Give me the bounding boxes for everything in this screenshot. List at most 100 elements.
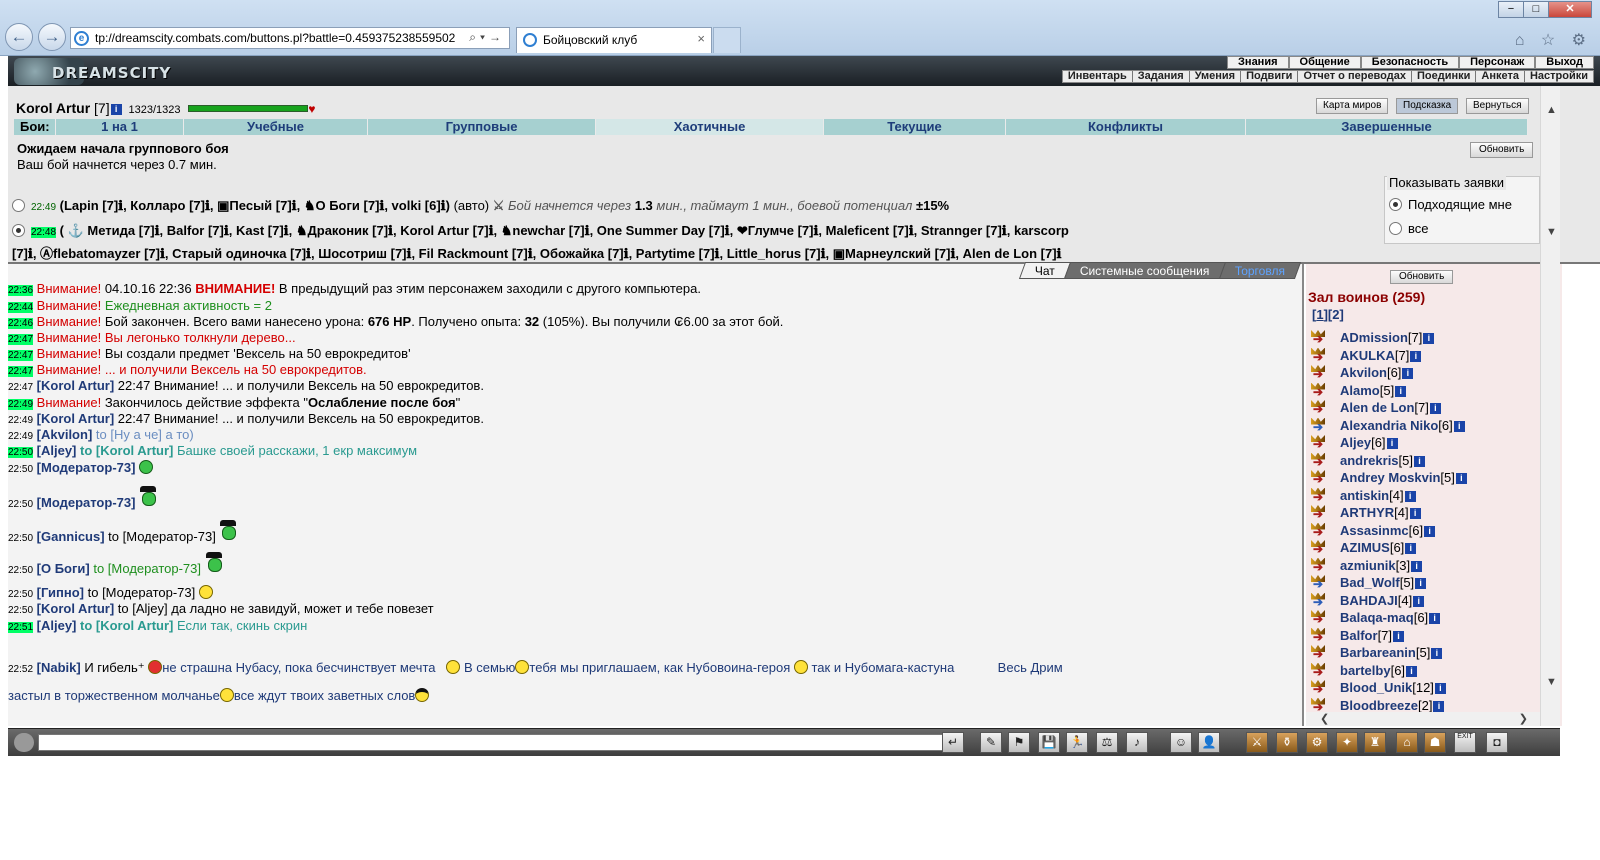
home-star-gear-icons[interactable]: ⌂ ☆ ⚙ [1515,30,1592,50]
menu-settings[interactable]: Настройки [1525,71,1593,82]
page-link[interactable]: 1 [1316,307,1323,322]
radio-icon[interactable] [1389,198,1402,211]
user-list-item[interactable]: Bad_Wolf[5]i [1310,575,1427,592]
tab-trade[interactable]: Торговля [1218,262,1302,279]
toolbar-button[interactable]: ⚑ [1008,732,1030,753]
user-list-item[interactable]: azmiunik[3]i [1310,558,1423,575]
user-list-item[interactable]: BAHDAJI[4]i [1310,593,1425,610]
user-name[interactable]: antiskin [1340,488,1389,503]
info-icon[interactable]: i [1455,473,1467,484]
return-button[interactable]: Вернуться [1466,98,1529,114]
filter-option-suitable[interactable]: Подходящие мне [1389,197,1512,212]
chat-nick[interactable]: [Korol Artur] [37,378,115,393]
user-list-item[interactable]: Alexandria Niko[6]i [1310,418,1466,435]
toolbar-button[interactable]: EXIT [1454,732,1476,753]
chat-nick[interactable]: [О Боги] [37,561,90,576]
chat-nick[interactable]: [Gannicus] [37,529,105,544]
radio-icon[interactable] [1389,222,1402,235]
info-icon[interactable]: i [1433,700,1445,712]
user-name[interactable]: BAHDAJI [1340,593,1398,608]
user-name[interactable]: Akvilon [1340,365,1387,380]
info-icon[interactable]: i [1414,455,1426,467]
tab-conflicts[interactable]: Конфликты [1006,119,1246,135]
refresh-button[interactable]: Обновить [1470,142,1534,158]
toolbar-button[interactable]: ↵ [942,732,964,753]
battle-request-row[interactable]: 22:49 (Lapin [7]ℹ, Колларо [7]ℹ, ▣Песый … [12,198,949,214]
info-icon[interactable]: i [110,104,122,115]
world-map-button[interactable]: Карта миров [1316,98,1389,114]
user-name[interactable]: Alexandria Niko [1340,418,1438,433]
info-icon[interactable]: i [1405,543,1417,554]
info-icon[interactable]: i [1409,508,1421,519]
scroll-up-icon[interactable]: ▲ [1546,104,1557,116]
user-list-item[interactable]: Andrey Moskvin[5]i [1310,470,1468,487]
tab-group[interactable]: Групповые [368,119,596,135]
scroll-down-icon[interactable]: ▼ [1546,226,1557,238]
tab-chaotic[interactable]: Хаотичные [596,119,824,135]
menu-inventory[interactable]: Инвентарь [1063,71,1133,82]
menu-quests[interactable]: Задания [1133,71,1190,82]
user-list-item[interactable]: AZIMUS[6]i [1310,540,1417,557]
battle-request-row[interactable]: 22:48 ( ⚓ Метида [7]ℹ, Balfor [7]ℹ, Kast… [12,223,1380,239]
info-icon[interactable]: i [1453,420,1465,432]
address-bar[interactable]: e tp://dreamscity.combats.com/buttons.pl… [70,27,510,49]
user-list-item[interactable]: Aljey[6]i [1310,435,1399,452]
toolbar-button[interactable]: ⚔ [1246,732,1268,753]
minimize-button[interactable]: − [1498,1,1524,18]
menu-transfers[interactable]: Отчет о переводах [1298,71,1412,82]
toolbar-button[interactable]: ◘ [1486,732,1508,753]
tab-system-messages[interactable]: Системные сообщения [1064,262,1226,279]
info-icon[interactable]: i [1386,438,1398,449]
window-close-button[interactable]: ✕ [1548,1,1592,18]
info-icon[interactable]: i [1410,350,1422,362]
user-list-item[interactable]: Akvilon[6]i [1310,365,1414,382]
menu-skills[interactable]: Умения [1190,71,1242,82]
user-list-hscrollbar[interactable]: ❮ ❯ [1306,712,1542,726]
character-name[interactable]: Korol Artur [16,100,90,116]
url-text[interactable]: tp://dreamscity.combats.com/buttons.pl?b… [95,31,455,45]
user-list-item[interactable]: ADmission[7]i [1310,330,1435,347]
page-link[interactable]: 2 [1332,307,1339,322]
user-name[interactable]: Balfor [1340,628,1378,643]
radio-icon[interactable] [12,199,25,212]
user-name[interactable]: Andrey Moskvin [1340,470,1440,485]
info-icon[interactable]: i [1423,333,1435,344]
user-name[interactable]: Aljey [1340,435,1371,450]
toolbar-button[interactable]: ⌂ [1396,732,1418,753]
frame-scrollbar[interactable]: ▲ ▼ ▼ [1540,86,1560,726]
user-list-item[interactable]: Alamo[5]i [1310,383,1407,400]
toolbar-button[interactable]: ✎ [980,732,1002,753]
user-name[interactable]: Bloodbreeze [1340,698,1418,713]
user-list-item[interactable]: Barbareanin[5]i [1310,645,1443,662]
info-icon[interactable]: i [1431,648,1443,659]
info-icon[interactable]: i [1393,630,1405,642]
user-name[interactable]: ARTHYR [1340,505,1394,520]
toolbar-button[interactable]: ⚱ [1276,732,1298,753]
scroll-right-icon[interactable]: ❯ [1519,712,1528,725]
info-icon[interactable]: i [1415,578,1427,589]
radio-icon[interactable] [12,224,25,237]
tab-training[interactable]: Учебные [184,119,368,135]
user-list-item[interactable]: Alen de Lon[7]i [1310,400,1442,417]
refresh-list-button[interactable]: Обновить [1390,270,1454,284]
chat-nick[interactable]: [Korol Artur] [37,601,115,616]
user-name[interactable]: andrekris [1340,453,1399,468]
menu-duels[interactable]: Поединки [1412,71,1477,82]
chat-nick[interactable]: [Akvilon] [37,427,93,442]
maximize-button[interactable]: □ [1523,1,1549,18]
toolbar-button[interactable]: ♜ [1364,732,1386,753]
user-name[interactable]: Alen de Lon [1340,400,1414,415]
chat-nick[interactable]: [Модератор-73] [37,460,136,475]
forward-arrow-icon[interactable]: → [38,23,66,51]
user-list-item[interactable]: Blood_Unik[12]i [1310,680,1447,697]
user-name[interactable]: bartelby [1340,663,1391,678]
user-name[interactable]: Alamo [1340,383,1380,398]
filter-option-all[interactable]: все [1389,221,1429,236]
chat-nick[interactable]: [Aljey] [37,443,77,458]
user-list-item[interactable]: bartelby[6]i [1310,663,1418,680]
scroll-left-icon[interactable]: ❮ [1320,712,1329,725]
info-icon[interactable]: i [1429,613,1441,624]
close-icon[interactable]: × [697,31,705,46]
user-list-item[interactable]: Balfor[7]i [1310,628,1405,645]
toolbar-button[interactable]: ⚖ [1096,732,1118,753]
